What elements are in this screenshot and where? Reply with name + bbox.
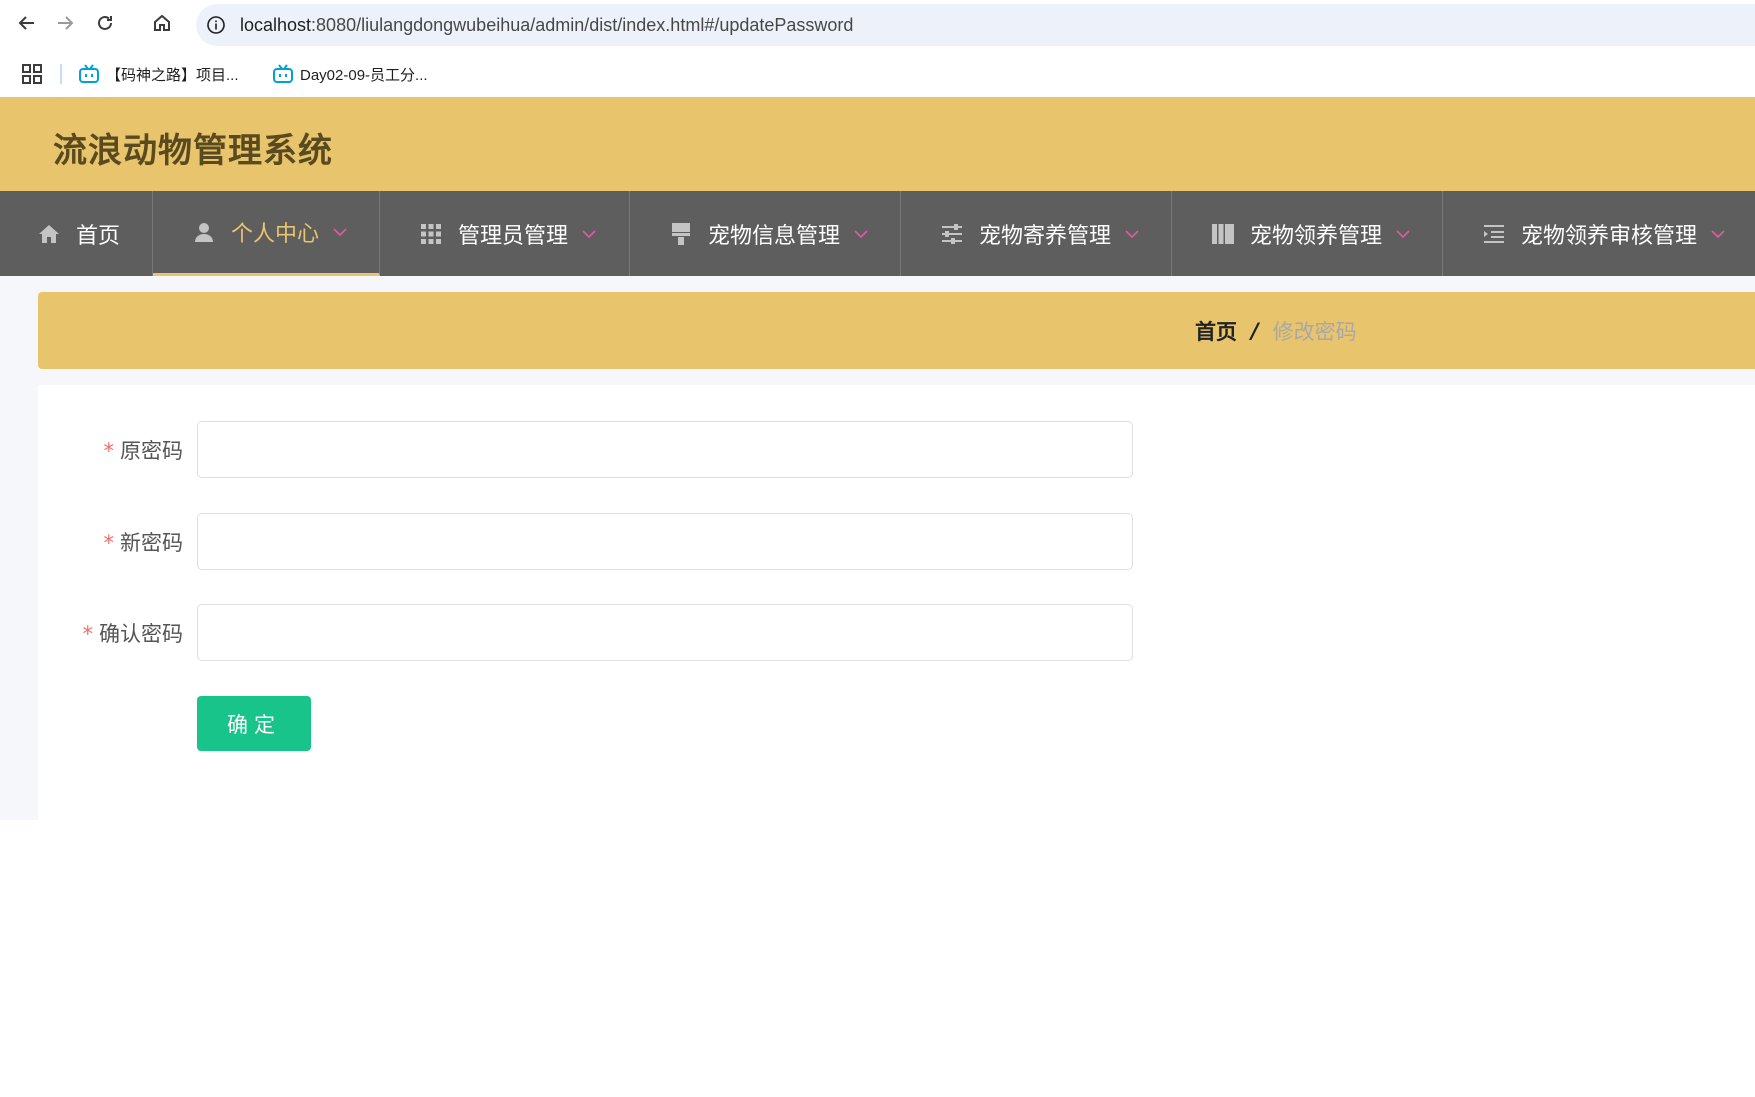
bookmark-label: Day02-09-员工分... [300, 66, 428, 84]
menu-item-label: 首页 [76, 223, 121, 249]
menu-item-label: 管理员管理 [458, 223, 569, 249]
confirm-password-row: * 确认密码 [38, 604, 1138, 662]
app-header: 流浪动物管理系统 [0, 97, 1755, 191]
site-info-icon[interactable] [206, 15, 226, 35]
address-bar[interactable]: localhost:8080/liulangdongwubeihua/admin… [196, 4, 1755, 46]
menu-item-adoption-review-management[interactable]: 宠物领养审核管理 [1443, 191, 1755, 276]
bookmark-item[interactable]: Day02-09-员工分... [272, 62, 428, 86]
chevron-down-icon [333, 228, 347, 237]
forward-button[interactable] [52, 10, 78, 36]
new-password-row: * 新密码 [38, 513, 1138, 571]
chevron-down-icon [854, 229, 868, 238]
list-icon [1481, 221, 1507, 247]
confirm-password-input[interactable] [197, 604, 1133, 661]
bilibili-tv-icon [79, 64, 99, 83]
apps-grid-icon[interactable] [20, 62, 44, 86]
chevron-down-icon [1711, 229, 1725, 238]
chevron-down-icon [1396, 229, 1410, 238]
sliders-icon [939, 221, 965, 247]
books-icon [1210, 221, 1236, 247]
home-icon [36, 221, 62, 247]
new-password-input[interactable] [197, 513, 1133, 570]
brush-icon [668, 221, 694, 247]
menu-item-label: 宠物信息管理 [708, 223, 841, 249]
reload-icon [98, 15, 112, 30]
arrow-right-icon [58, 16, 74, 30]
new-password-label: * 新密码 [103, 531, 184, 555]
reload-button[interactable] [92, 10, 118, 36]
menu-item-label: 个人中心 [231, 222, 320, 247]
menu-item-pet-adoption-management[interactable]: 宠物领养管理 [1172, 191, 1443, 276]
password-form: * 原密码 * 新密码 * 确认密码 确定 [38, 385, 1755, 820]
breadcrumb: 首页 / 修改密码 [1195, 316, 1357, 346]
app-title: 流浪动物管理系统 [53, 131, 333, 171]
required-mark: * [82, 622, 94, 646]
required-mark: * [103, 439, 115, 463]
menu-item-label: 宠物领养管理 [1250, 223, 1383, 249]
back-button[interactable] [14, 10, 40, 36]
bookmark-label: 【码神之路】项目... [106, 66, 239, 84]
chevron-down-icon [1125, 229, 1139, 238]
grid-icon [418, 221, 444, 247]
bookmarks-bar: 【码神之路】项目... Day02-09-员工分... [0, 52, 1755, 96]
breadcrumb-separator: / [1251, 319, 1259, 343]
menu-item-label: 宠物领养审核管理 [1521, 223, 1698, 249]
bilibili-tv-icon [273, 64, 293, 83]
main-menu: 首页 个人中心 管理员管理 宠物信息管理 宠物寄养管理 宠物领养管理 宠物领养审… [0, 191, 1755, 276]
confirm-password-label: * 确认密码 [82, 622, 184, 646]
menu-item-pet-info-management[interactable]: 宠物信息管理 [630, 191, 901, 276]
menu-item-admin-management[interactable]: 管理员管理 [380, 191, 630, 276]
house-icon [154, 14, 170, 31]
old-password-input[interactable] [197, 421, 1133, 478]
breadcrumb-bar: 首页 / 修改密码 [38, 292, 1755, 369]
menu-item-label: 宠物寄养管理 [979, 223, 1112, 249]
breadcrumb-home[interactable]: 首页 [1195, 316, 1237, 346]
user-icon [191, 219, 217, 245]
chevron-down-icon [582, 229, 596, 238]
browser-toolbar: localhost:8080/liulangdongwubeihua/admin… [0, 0, 1755, 48]
arrow-left-icon [18, 16, 34, 30]
bookmark-item[interactable]: 【码神之路】项目... [78, 62, 239, 86]
bookmarks-divider [60, 64, 62, 84]
breadcrumb-current: 修改密码 [1272, 320, 1357, 344]
url-text: localhost:8080/liulangdongwubeihua/admin… [240, 14, 854, 35]
menu-item-personal-center[interactable]: 个人中心 [153, 191, 380, 276]
old-password-label: * 原密码 [103, 439, 184, 463]
menu-item-home[interactable]: 首页 [0, 191, 153, 276]
confirm-button[interactable]: 确定 [197, 696, 311, 751]
required-mark: * [103, 531, 115, 555]
home-button[interactable] [149, 10, 175, 36]
menu-item-pet-foster-management[interactable]: 宠物寄养管理 [901, 191, 1172, 276]
old-password-row: * 原密码 [38, 421, 1138, 479]
